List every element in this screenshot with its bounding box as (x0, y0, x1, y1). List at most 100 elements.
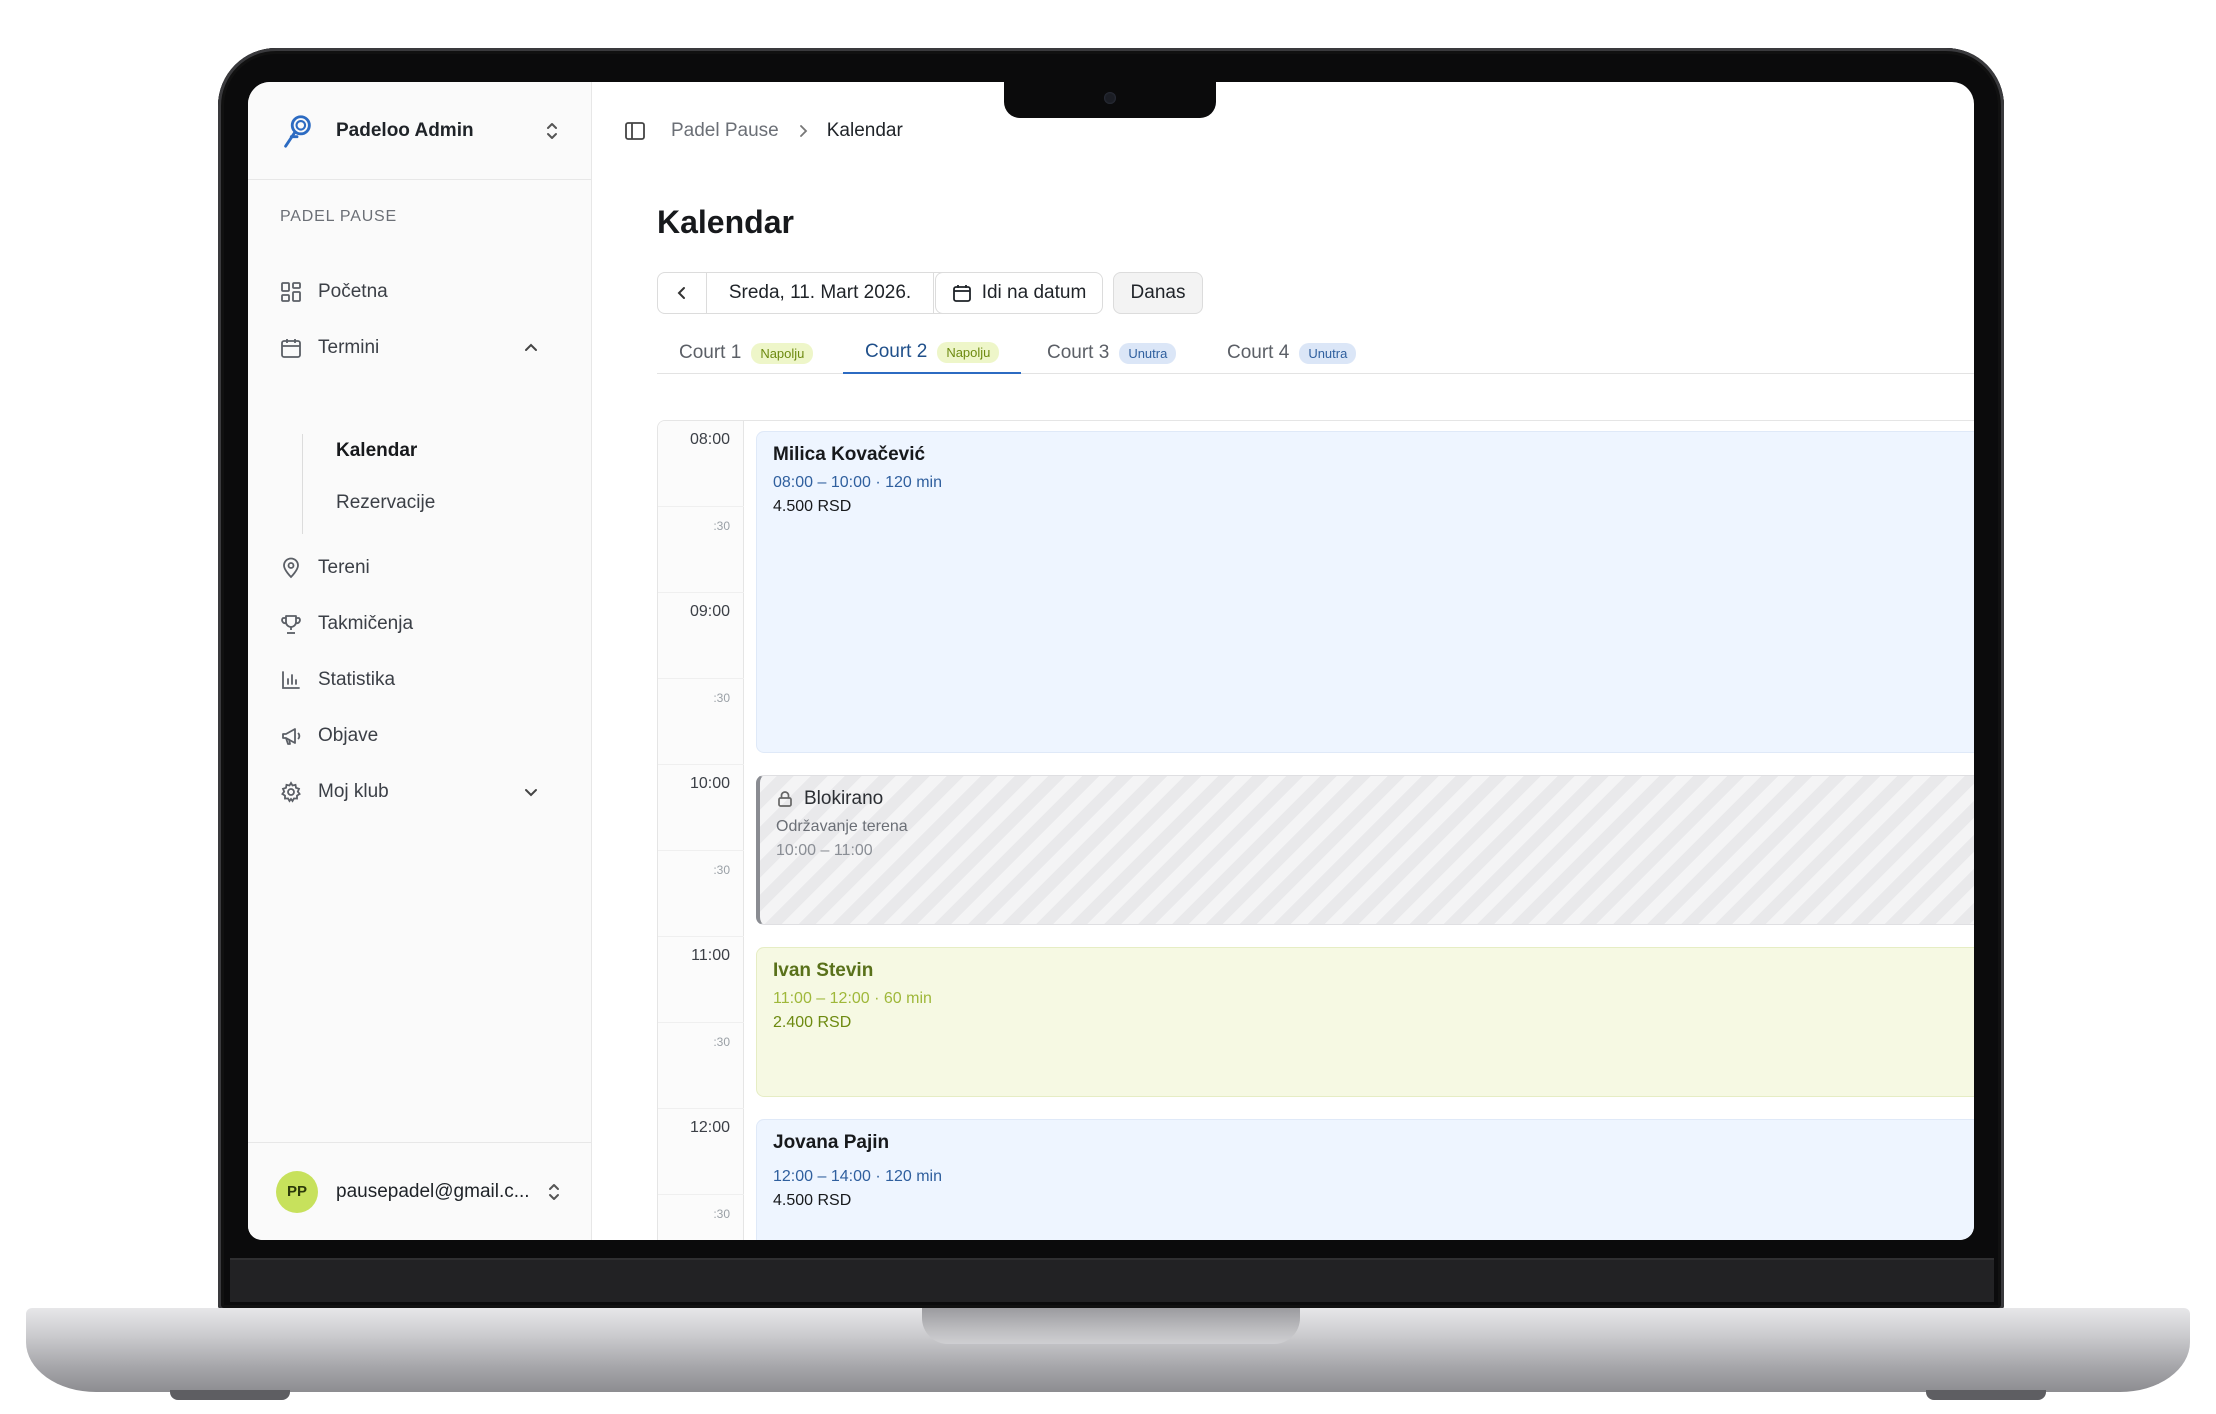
court-type-badge: Unutra (1119, 342, 1177, 364)
event-blocked-title: Blokirano (776, 788, 1974, 810)
laptop-chin (230, 1258, 1994, 1302)
booking-event[interactable]: Ivan Stevin 11:00 – 12:00 · 60 min 2.400… (756, 947, 1974, 1097)
sidebar: Padeloo Admin PADEL PAUSE Početna Termin… (248, 82, 592, 1240)
sidebar-subitem-kalendar[interactable]: Kalendar (336, 440, 417, 462)
tab-court-1[interactable]: Court 1 Napolju (657, 332, 835, 374)
page-title: Kalendar (657, 204, 794, 240)
breadcrumb-club[interactable]: Padel Pause (671, 120, 779, 142)
sidebar-item-objave[interactable]: Objave (280, 716, 570, 756)
event-note: Održavanje terena (776, 818, 908, 835)
camera-icon (1104, 92, 1116, 104)
breadcrumb: Padel Pause Kalendar (671, 120, 903, 142)
sidebar-toggle-icon[interactable] (623, 119, 647, 143)
time-slot: 12:00 (658, 1109, 744, 1195)
time-label: 11:00 (691, 947, 730, 964)
bar-chart-icon (282, 671, 300, 689)
event-customer-name: Milica Kovačević (773, 444, 926, 465)
court-type-badge: Napolju (751, 342, 814, 364)
time-label: 09:00 (689, 603, 730, 620)
sidebar-item-moj-klub[interactable]: Moj klub (280, 772, 570, 812)
booking-event[interactable]: Jovana Pajin 12:00 – 14:00 · 120 min 4.5… (756, 1119, 1974, 1240)
sub-nav-line (302, 434, 303, 534)
current-date: Sreda, 11. Mart 2026. (706, 273, 934, 313)
lock-icon (778, 791, 792, 807)
event-time: 10:00 – 11:00 (776, 842, 873, 859)
court-type-badge: Unutra (1299, 342, 1357, 364)
time-slot: 09:00 (658, 593, 744, 679)
chevron-left-icon (677, 287, 685, 299)
event-customer-name: Jovana Pajin (773, 1132, 890, 1153)
sidebar-item-label: Statistika (318, 669, 396, 690)
event-price: 4.500 RSD (773, 1192, 852, 1209)
time-slot: :30 (658, 1023, 744, 1109)
event-price: 2.400 RSD (773, 1014, 852, 1031)
previous-day-button[interactable] (658, 273, 706, 313)
event-blocked-label: Blokirano (804, 788, 884, 809)
time-slot: 10:00 (658, 765, 744, 851)
tab-label: Court 3 (1047, 342, 1110, 363)
event-customer-name: Ivan Stevin (773, 960, 874, 981)
sidebar-item-termini[interactable]: Termini (280, 328, 570, 368)
user-email: pausepadel@gmail.c... (336, 1180, 530, 1202)
sidebar-item-label: Početna (318, 281, 388, 302)
tab-court-2[interactable]: Court 2 Napolju (843, 332, 1022, 374)
sidebar-subitem-rezervacije[interactable]: Rezervacije (336, 492, 435, 514)
time-label: :30 (713, 519, 730, 533)
time-label: 08:00 (689, 431, 730, 448)
user-menu[interactable]: PP pausepadel@gmail.c... (248, 1142, 592, 1240)
sidebar-item-takmicenja[interactable]: Takmičenja (280, 604, 570, 644)
go-to-date-button[interactable]: Idi na datum (935, 272, 1103, 314)
time-slot: :30 (658, 1195, 744, 1240)
map-pin-icon (283, 557, 299, 579)
dashboard-grid-icon (281, 282, 301, 302)
time-slot: :30 (658, 679, 744, 765)
laptop-foot-right (1926, 1390, 2046, 1400)
laptop-hinge-notch (922, 1308, 1300, 1344)
time-label: :30 (713, 1207, 730, 1221)
event-time: 12:00 – 14:00 · 120 min (773, 1168, 943, 1185)
sidebar-item-label: Objave (318, 725, 379, 746)
topbar: Padel Pause Kalendar (593, 82, 1974, 180)
sidebar-item-label: Tereni (318, 557, 370, 578)
chevrons-up-down-icon (549, 1183, 559, 1200)
today-button[interactable]: Danas (1113, 272, 1203, 314)
app-switcher[interactable]: Padeloo Admin (248, 82, 592, 180)
main-content: Padel Pause Kalendar Kalendar Sreda, 11.… (593, 82, 1974, 1240)
sidebar-section-label: PADEL PAUSE (280, 208, 397, 225)
avatar: PP (276, 1170, 318, 1213)
tab-court-3[interactable]: Court 3 Unutra (1025, 332, 1198, 374)
booking-event[interactable]: Milica Kovačević 08:00 – 10:00 · 120 min… (756, 431, 1974, 753)
time-label: 12:00 (689, 1119, 730, 1136)
calendar-icon (952, 285, 971, 302)
sidebar-item-statistika[interactable]: Statistika (280, 660, 570, 700)
gear-icon (281, 781, 301, 803)
go-to-date-label: Idi na datum (981, 282, 1087, 303)
sidebar-item-pocetna[interactable]: Početna (280, 272, 570, 312)
time-slot: 11:00 (658, 937, 744, 1023)
padeloo-logo-icon (284, 114, 311, 148)
chevron-down-icon (525, 789, 537, 797)
court-tabs: Court 1 Napolju Court 2 Napolju Court 3 … (657, 332, 1974, 374)
chevron-up-icon (525, 343, 537, 351)
breadcrumb-current: Kalendar (826, 120, 903, 141)
sidebar-item-label: Termini (318, 337, 380, 358)
court-type-badge: Napolju (937, 341, 1000, 363)
calendar-grid: 08:00 :30 09:00 :30 10:00 :30 11:00 :30 … (657, 420, 1974, 1240)
blocked-event[interactable]: Blokirano Održavanje terena 10:00 – 11:0… (756, 775, 1974, 925)
tab-label: Court 2 (865, 341, 928, 362)
app-name: Padeloo Admin (336, 119, 474, 141)
time-slot: :30 (658, 507, 744, 593)
tab-court-4[interactable]: Court 4 Unutra (1205, 332, 1378, 374)
time-label: :30 (713, 863, 730, 877)
sidebar-item-tereni[interactable]: Tereni (280, 548, 570, 588)
tab-label: Court 4 (1227, 342, 1290, 363)
event-time: 08:00 – 10:00 · 120 min (773, 474, 943, 491)
laptop-screen: Padeloo Admin PADEL PAUSE Početna Termin… (248, 82, 1974, 1240)
sidebar-item-label: Takmičenja (318, 613, 414, 634)
sidebar-item-label: Moj klub (318, 781, 389, 802)
chevrons-up-down-icon (547, 122, 557, 139)
time-label: :30 (713, 691, 730, 705)
time-slot: 08:00 (658, 421, 744, 507)
time-label: 10:00 (689, 775, 730, 792)
tab-label: Court 1 (679, 342, 742, 363)
